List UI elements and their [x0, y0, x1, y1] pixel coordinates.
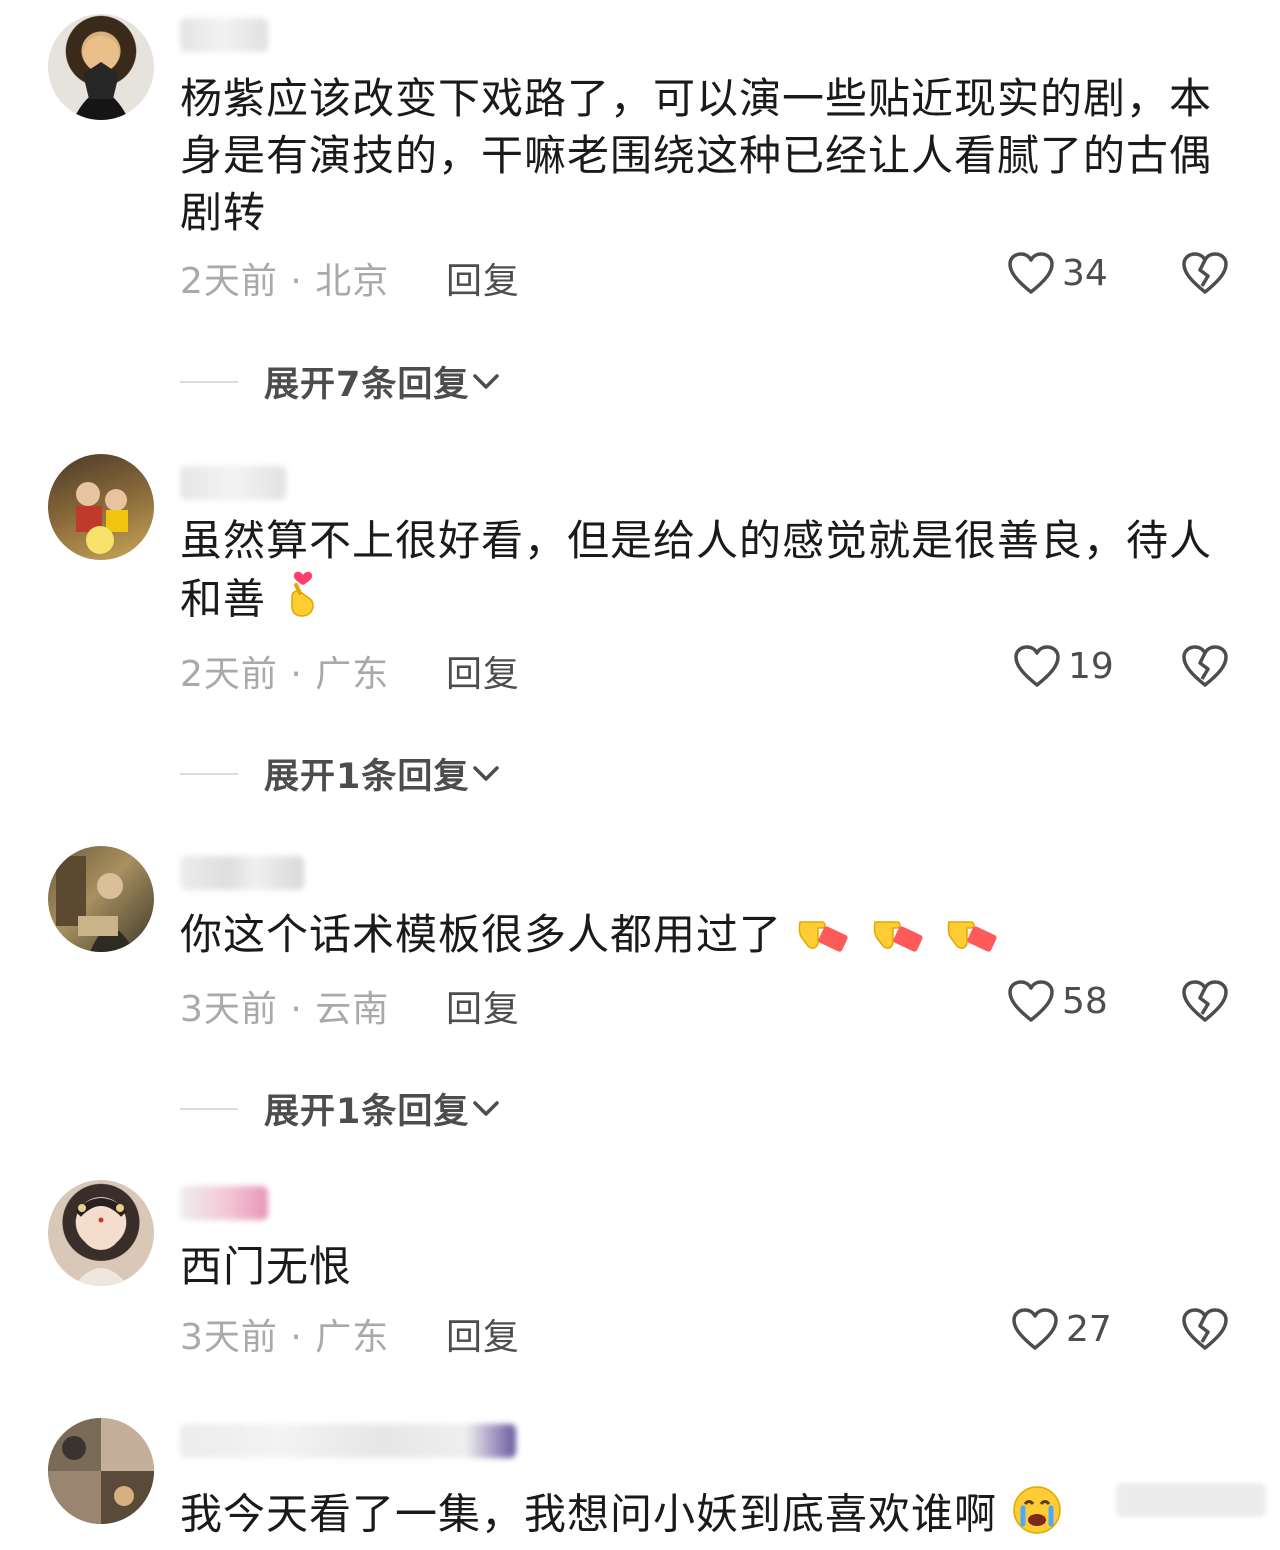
- finger-heart-emoji: [280, 569, 326, 635]
- username-blurred[interactable]: [180, 856, 304, 890]
- avatar[interactable]: [48, 846, 154, 952]
- comment-text: 我今天看了一集，我想问小妖到底喜欢谁啊: [180, 1484, 1270, 1550]
- dislike-button[interactable]: [1180, 250, 1230, 296]
- username-blurred[interactable]: [180, 1186, 268, 1220]
- comment-text-content: 你这个话术模板很多人都用过了: [180, 910, 783, 959]
- like-count: 58: [1062, 980, 1108, 1022]
- heart-outline-icon: [1008, 252, 1054, 294]
- reply-button[interactable]: 回复: [446, 645, 520, 697]
- broken-heart-icon: [1182, 1308, 1228, 1350]
- comment-text: 你这个话术模板很多人都用过了: [180, 906, 1240, 968]
- reply-button[interactable]: 回复: [446, 252, 520, 304]
- comment-text: 杨紫应该改变下戏路了，可以演一些贴近现实的剧，本身是有演技的，干嘛老围绕这种已经…: [180, 74, 1213, 237]
- crying-face-emoji: [1011, 1484, 1063, 1550]
- dislike-button[interactable]: [1180, 1306, 1230, 1352]
- comment-time-location: 2天前 · 广东: [180, 654, 390, 695]
- expand-replies-label: 展开7条回复: [264, 365, 470, 405]
- avatar-image: [48, 1418, 154, 1524]
- dislike-button[interactable]: [1180, 978, 1230, 1024]
- like-count: 19: [1068, 645, 1114, 687]
- expand-divider: [180, 380, 238, 383]
- expand-divider: [180, 772, 238, 775]
- username-blurred[interactable]: [180, 18, 268, 52]
- like-button[interactable]: 34: [1006, 250, 1108, 296]
- avatar[interactable]: [48, 454, 154, 560]
- broken-heart-icon: [1182, 980, 1228, 1022]
- heart-outline-icon: [1012, 1308, 1058, 1350]
- heart-outline-icon: [1008, 980, 1054, 1022]
- comment-time-location: 3天前 · 广东: [180, 1317, 390, 1358]
- avatar[interactable]: [48, 14, 154, 120]
- username-blurred[interactable]: [180, 466, 286, 500]
- comment-text-content: 我今天看了一集，我想问小妖到底喜欢谁啊: [180, 1489, 998, 1539]
- like-count: 34: [1062, 252, 1108, 294]
- avatar-image: [73, 36, 129, 120]
- pointing-hand-emoji: [871, 908, 931, 968]
- comment-time-location: 2天前 · 北京: [180, 261, 390, 302]
- pointing-hand-emoji: [796, 908, 856, 968]
- expand-replies[interactable]: 展开1条回复: [180, 748, 503, 799]
- expand-replies-label: 展开1条回复: [264, 757, 470, 797]
- expand-replies[interactable]: 展开7条回复: [180, 356, 503, 407]
- comment-text-content: 虽然算不上很好看，但是给人的感觉就是很善良，待人和善: [180, 516, 1213, 624]
- like-button[interactable]: 19: [1012, 643, 1114, 689]
- like-count: 27: [1066, 1308, 1112, 1350]
- chevron-down-icon: [473, 373, 500, 389]
- avatar[interactable]: [48, 1180, 154, 1286]
- like-button[interactable]: 58: [1006, 978, 1108, 1024]
- avatar-image: [56, 856, 134, 952]
- pointing-hand-emoji: [945, 908, 1005, 968]
- expand-replies[interactable]: 展开1条回复: [180, 1083, 503, 1134]
- chevron-down-icon: [473, 765, 500, 781]
- expand-divider: [180, 1107, 238, 1110]
- chevron-down-icon: [473, 1100, 500, 1116]
- comment-time-location: 3天前 · 云南: [180, 989, 390, 1030]
- avatar[interactable]: [48, 1418, 154, 1524]
- watermark: [1116, 1483, 1266, 1517]
- dislike-button[interactable]: [1180, 643, 1230, 689]
- broken-heart-icon: [1182, 645, 1228, 687]
- heart-outline-icon: [1014, 645, 1060, 687]
- reply-button[interactable]: 回复: [446, 980, 520, 1032]
- like-button[interactable]: 27: [1010, 1306, 1112, 1352]
- avatar-image: [76, 482, 128, 554]
- avatar-image: [74, 1198, 128, 1286]
- comment-text: 虽然算不上很好看，但是给人的感觉就是很善良，待人和善: [180, 512, 1240, 635]
- username-blurred[interactable]: [180, 1424, 516, 1458]
- broken-heart-icon: [1182, 252, 1228, 294]
- expand-replies-label: 展开1条回复: [264, 1092, 470, 1132]
- reply-button[interactable]: 回复: [446, 1308, 520, 1360]
- comment-text: 西门无恨: [180, 1242, 353, 1291]
